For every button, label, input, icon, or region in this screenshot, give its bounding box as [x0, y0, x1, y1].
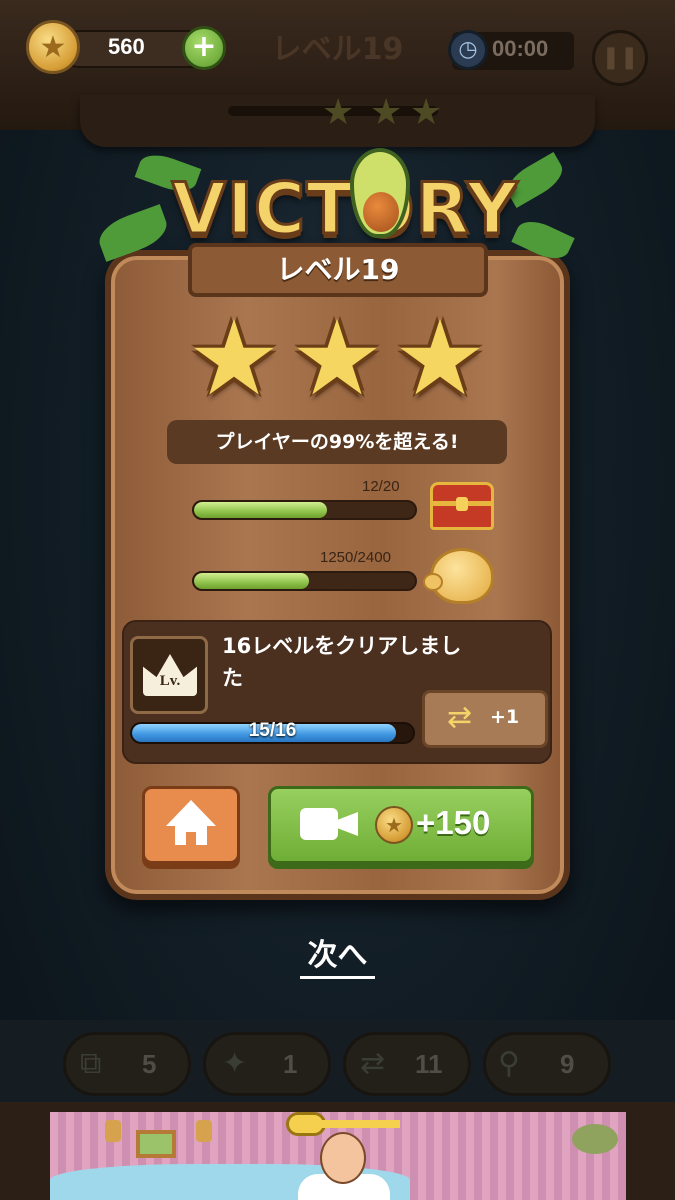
- level-star-icon: ★: [410, 92, 443, 133]
- shuffle-icon: ⇄: [447, 700, 473, 735]
- page-title: レベル19: [271, 32, 404, 67]
- puzzle-scene[interactable]: [50, 1112, 626, 1200]
- victory-banner: VICTORY: [170, 167, 519, 252]
- coin-icon: ★: [375, 806, 413, 844]
- chest-progress-label: 12/20: [362, 478, 400, 495]
- timer-value: 00:00: [492, 36, 549, 61]
- pull-pin-bar[interactable]: [320, 1120, 400, 1128]
- treasure-chest-icon: [430, 482, 494, 530]
- booster-count: 5: [142, 1049, 157, 1079]
- rank-message: プレイヤーの99%を超える!: [167, 420, 507, 464]
- level-star-icon: ★: [370, 92, 403, 133]
- character-head: [320, 1132, 366, 1184]
- image-swap-icon: ⧉: [80, 1046, 102, 1081]
- alarm-clock-icon: ◷: [448, 30, 488, 70]
- chest-progress-fill: [194, 502, 327, 518]
- booster-count: 9: [560, 1049, 575, 1079]
- ad-reward-amount: +150: [416, 804, 491, 841]
- level-reward-progress-label: 15/16: [248, 720, 297, 741]
- level-star-icon: ★: [322, 92, 355, 133]
- piggy-bank-icon: [423, 548, 494, 604]
- coin-icon: ★: [26, 20, 80, 74]
- home-icon-door: [186, 832, 196, 845]
- piggy-progress-fill: [194, 573, 309, 589]
- chest-progress-bar: [192, 500, 417, 520]
- earned-star-icon: ★: [187, 297, 281, 419]
- video-camera-icon: [300, 808, 338, 840]
- piggy-progress-label: 1250/2400: [320, 549, 391, 566]
- level-clear-message: 16レベルをクリアしました: [222, 634, 462, 690]
- level-plaque: レベル19: [188, 243, 488, 297]
- wall-lamp-icon: [105, 1120, 121, 1142]
- level-badge-text: Lv.: [159, 673, 181, 689]
- piggy-progress-bar: [192, 571, 417, 591]
- shuffle-icon: ⇄: [360, 1046, 386, 1081]
- earned-star-icon: ★: [290, 297, 384, 419]
- magnifier-icon: ⚲: [498, 1046, 520, 1081]
- shuffle-reward-amount: +1: [490, 706, 520, 728]
- plant-icon: [572, 1124, 618, 1154]
- booster-count: 1: [283, 1049, 298, 1079]
- next-button[interactable]: 次へ: [300, 930, 375, 979]
- pause-button[interactable]: ❚❚: [592, 30, 648, 86]
- earned-star-icon: ★: [393, 297, 487, 419]
- booster-count: 11: [415, 1049, 443, 1079]
- wall-lamp-icon: [196, 1120, 212, 1142]
- add-coins-button[interactable]: +: [182, 26, 226, 70]
- magic-wand-icon: ✦: [222, 1046, 248, 1081]
- shuffle-reward: [422, 690, 548, 748]
- picture-frame-icon: [136, 1130, 176, 1158]
- avocado-pit: [363, 192, 399, 232]
- coin-count: 560: [108, 34, 145, 59]
